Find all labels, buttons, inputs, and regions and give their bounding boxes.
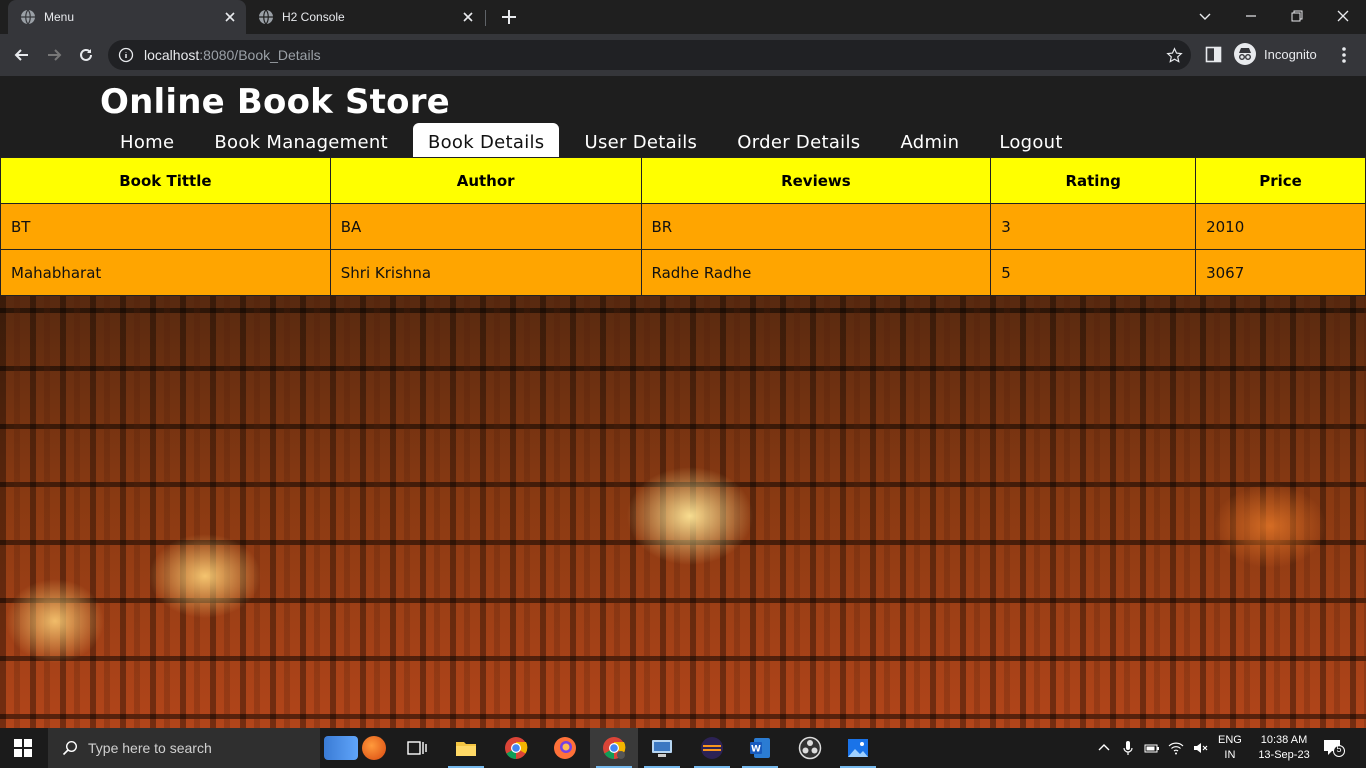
chevron-down-icon[interactable]: [1195, 6, 1215, 26]
cell-book-title: Mahabharat: [0, 249, 331, 296]
cell-price: 3067: [1195, 249, 1366, 296]
language-code: ENG: [1218, 734, 1242, 746]
book-details-table: Book Tittle Author Reviews Rating Price …: [0, 157, 1366, 296]
tab-menu[interactable]: Menu: [8, 0, 246, 34]
microphone-icon[interactable]: [1120, 740, 1136, 756]
obs-studio-icon[interactable]: [798, 736, 822, 760]
svg-text:W: W: [751, 745, 761, 755]
site-title: Online Book Store: [100, 82, 450, 122]
cell-author: Shri Krishna: [329, 249, 642, 296]
minimize-icon[interactable]: [1241, 6, 1261, 26]
chrome-icon[interactable]: [504, 736, 528, 760]
globe-icon: [259, 9, 273, 25]
firefox-icon[interactable]: [553, 736, 577, 760]
tab-h2-console[interactable]: H2 Console: [246, 0, 484, 34]
tab-label: H2 Console: [282, 10, 345, 24]
cell-author: BA: [329, 203, 642, 250]
cell-reviews: Radhe Radhe: [640, 249, 992, 296]
reload-icon[interactable]: [76, 45, 96, 65]
web-page: Online Book Store Home Book Management B…: [0, 76, 1366, 728]
windows-taskbar: Type here to search W ENG IN 10:38 AM 13…: [0, 728, 1366, 768]
widgets-icon[interactable]: [324, 736, 358, 760]
browser-tab-strip: Menu H2 Console: [0, 0, 1366, 34]
tab-separator: [485, 10, 486, 26]
address-bar[interactable]: localhost:8080/Book_Details: [108, 40, 1191, 70]
column-header-rating: Rating: [990, 157, 1197, 204]
forward-arrow-icon[interactable]: [44, 45, 64, 65]
task-view-icon[interactable]: [405, 736, 429, 760]
region-code: IN: [1224, 749, 1236, 761]
search-icon: [62, 740, 78, 756]
tab-label: Menu: [44, 10, 75, 24]
taskbar-clock[interactable]: 10:38 AM 13-Sep-23: [1256, 733, 1312, 763]
search-placeholder: Type here to search: [88, 740, 212, 756]
site-info-icon[interactable]: [118, 47, 134, 63]
chevron-up-icon[interactable]: [1096, 740, 1112, 756]
computer-network-icon[interactable]: [650, 736, 674, 760]
url-text: localhost:8080/Book_Details: [144, 47, 321, 63]
speaker-muted-icon[interactable]: [1192, 740, 1208, 756]
clock-time: 10:38 AM: [1260, 734, 1308, 746]
column-header-price: Price: [1195, 157, 1366, 204]
file-explorer-icon[interactable]: [454, 736, 478, 760]
wifi-icon[interactable]: [1168, 740, 1184, 756]
window-close-icon[interactable]: [1333, 6, 1353, 26]
bookmark-star-icon[interactable]: [1166, 47, 1183, 64]
cell-book-title: BT: [0, 203, 331, 250]
chrome-incognito-icon[interactable]: [602, 736, 626, 760]
incognito-icon: [1234, 43, 1256, 65]
clock-date: 13-Sep-23: [1258, 749, 1310, 761]
incognito-profile-button[interactable]: Incognito: [1234, 43, 1317, 65]
table-header-row: Book Tittle Author Reviews Rating Price: [0, 157, 1366, 204]
input-language-indicator[interactable]: ENG IN: [1218, 733, 1242, 763]
column-header-author: Author: [329, 157, 642, 204]
close-icon[interactable]: [460, 9, 476, 25]
globe-icon: [21, 9, 35, 25]
taskbar-search-box[interactable]: Type here to search: [48, 728, 320, 768]
column-header-reviews: Reviews: [640, 157, 992, 204]
side-panel-icon[interactable]: [1205, 46, 1222, 63]
new-tab-plus-icon[interactable]: [500, 8, 518, 26]
restore-icon[interactable]: [1287, 6, 1307, 26]
profile-label: Incognito: [1264, 46, 1317, 62]
notification-count: 5: [1336, 744, 1342, 754]
photos-icon[interactable]: [846, 736, 870, 760]
cell-rating: 3: [990, 203, 1197, 250]
back-arrow-icon[interactable]: [12, 45, 32, 65]
basketball-widget-icon[interactable]: [362, 736, 386, 760]
table-row: BT BA BR 3 2010: [0, 203, 1366, 250]
eclipse-ide-icon[interactable]: [700, 736, 724, 760]
battery-icon[interactable]: [1144, 740, 1160, 756]
cell-price: 2010: [1195, 203, 1366, 250]
windows-start-icon[interactable]: [14, 739, 32, 757]
table-row: Mahabharat Shri Krishna Radhe Radhe 5 30…: [0, 249, 1366, 296]
cell-reviews: BR: [640, 203, 992, 250]
browser-toolbar: localhost:8080/Book_Details Incognito: [0, 34, 1366, 76]
notification-center-button[interactable]: 5: [1323, 739, 1345, 757]
close-icon[interactable]: [222, 9, 238, 25]
word-icon[interactable]: W: [748, 736, 772, 760]
column-header-book-title: Book Tittle: [0, 157, 331, 204]
cell-rating: 5: [990, 249, 1197, 296]
kebab-menu-icon[interactable]: [1336, 45, 1352, 65]
